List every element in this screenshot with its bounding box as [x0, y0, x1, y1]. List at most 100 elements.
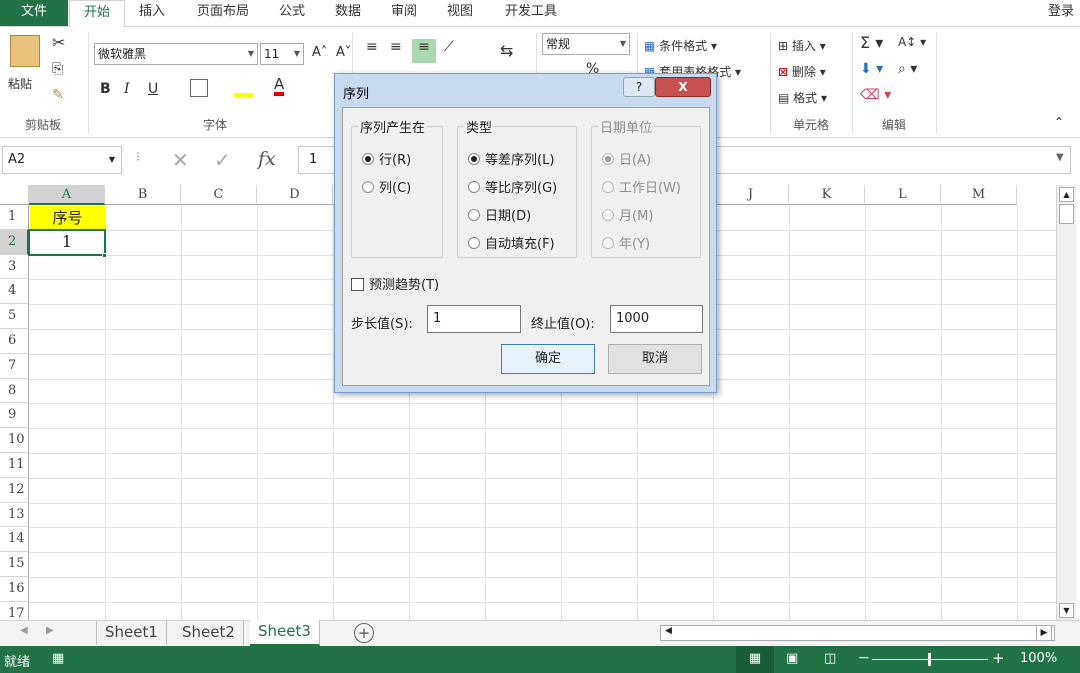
stop-input[interactable]: 1000	[610, 305, 703, 333]
tab-insert[interactable]: 插入	[130, 0, 174, 26]
insert-cells-button[interactable]: ⊞ 插入 ▾	[778, 37, 826, 54]
row-header[interactable]: 2	[0, 229, 29, 255]
cancel-icon[interactable]: ✕	[172, 148, 189, 172]
trend-checkbox[interactable]: 预测趋势(T)	[351, 274, 439, 293]
select-all-corner[interactable]	[0, 185, 29, 205]
help-button[interactable]: ?	[623, 77, 655, 97]
sheet-tab-1[interactable]: Sheet1	[96, 621, 167, 645]
cancel-button[interactable]: 取消	[608, 344, 702, 374]
row-header[interactable]: 11	[0, 453, 29, 478]
column-header[interactable]: M	[941, 185, 1017, 205]
copy-icon[interactable]: ⎘	[52, 61, 63, 77]
column-header[interactable]: C	[181, 185, 257, 205]
login-link[interactable]: 登录	[1048, 0, 1074, 24]
scroll-left-icon[interactable]: ◀	[20, 625, 28, 636]
tab-view[interactable]: 视图	[438, 0, 482, 26]
format-painter-icon[interactable]: ✎	[52, 87, 64, 103]
enter-icon[interactable]: ✓	[214, 148, 231, 172]
wrap-text-icon[interactable]: ⇆	[500, 41, 513, 60]
cut-icon[interactable]: ✂	[52, 33, 65, 52]
zoom-in-icon[interactable]: +	[992, 649, 1005, 667]
page-layout-view-icon[interactable]: ▣	[786, 651, 798, 666]
column-header[interactable]: D	[257, 185, 333, 205]
radio-linear[interactable]: 等差序列(L)	[468, 149, 554, 168]
zoom-slider-thumb[interactable]	[928, 653, 931, 666]
align-top-icon[interactable]: ≡	[366, 39, 378, 55]
row-header[interactable]: 12	[0, 477, 29, 503]
page-break-view-icon[interactable]: ◫	[824, 651, 836, 666]
font-name-select[interactable]: 微软雅黑 ▼	[94, 43, 258, 65]
scroll-right-icon[interactable]: ▶	[46, 625, 54, 636]
fill-color-icon[interactable]	[234, 79, 254, 97]
tab-data[interactable]: 数据	[326, 0, 370, 26]
borders-icon[interactable]	[190, 79, 208, 97]
fill-handle[interactable]	[102, 252, 107, 258]
underline-button[interactable]: U	[148, 81, 158, 97]
orientation-icon[interactable]: ⟋	[444, 39, 454, 55]
column-header[interactable]: J	[713, 185, 789, 205]
font-color-icon[interactable]: A	[274, 77, 285, 96]
radio-autofill[interactable]: 自动填充(F)	[468, 233, 555, 252]
radio-rows[interactable]: 行(R)	[362, 149, 411, 168]
scroll-down-icon[interactable]: ▼	[1059, 603, 1074, 618]
align-bottom-icon[interactable]: ≡	[412, 39, 436, 63]
sheet-tab-3[interactable]: Sheet3	[250, 620, 320, 646]
scroll-thumb[interactable]	[1059, 204, 1074, 224]
row-header[interactable]: 6	[0, 329, 29, 354]
scroll-right-icon[interactable]: ▶	[1036, 625, 1052, 641]
tab-page-layout[interactable]: 页面布局	[186, 0, 260, 26]
paste-button[interactable]: 粘贴	[8, 75, 32, 92]
ok-button[interactable]: 确定	[501, 344, 595, 374]
tab-file[interactable]: 文件	[0, 0, 68, 26]
column-header[interactable]: A	[29, 185, 105, 205]
grow-font-icon[interactable]: A˄	[312, 45, 327, 60]
scroll-left-icon[interactable]: ◀	[665, 626, 672, 636]
cell-a2-selected[interactable]: 1	[28, 228, 106, 256]
insert-function-button[interactable]: fx	[258, 148, 276, 170]
column-header[interactable]: B	[105, 185, 181, 205]
conditional-format-button[interactable]: ▦ 条件格式 ▾	[644, 37, 717, 54]
clear-icon[interactable]: ⌫ ▾	[860, 87, 891, 103]
row-header[interactable]: 7	[0, 353, 29, 379]
row-header[interactable]: 3	[0, 254, 29, 280]
step-input[interactable]: 1	[427, 305, 521, 333]
tab-formulas[interactable]: 公式	[270, 0, 314, 26]
collapse-ribbon-icon[interactable]: ⌃	[1054, 115, 1064, 129]
normal-view-icon[interactable]: ▦	[736, 646, 774, 673]
find-select-icon[interactable]: ⌕ ▾	[898, 61, 917, 77]
close-button[interactable]: X	[655, 77, 711, 97]
scroll-up-icon[interactable]: ▲	[1059, 187, 1074, 202]
cell-a1[interactable]: 序号	[30, 206, 105, 230]
align-middle-icon[interactable]: ≡	[390, 39, 402, 55]
radio-columns[interactable]: 列(C)	[362, 177, 411, 196]
bold-button[interactable]: B	[100, 81, 111, 97]
autosum-icon[interactable]: Σ ▾	[860, 33, 883, 52]
row-header[interactable]: 16	[0, 577, 29, 602]
tab-home[interactable]: 开始	[69, 0, 125, 27]
row-header[interactable]: 14	[0, 527, 29, 553]
fill-icon[interactable]: ⬇ ▾	[860, 61, 883, 77]
tab-developer[interactable]: 开发工具	[494, 0, 568, 26]
delete-cells-button[interactable]: ⊠ 删除 ▾	[778, 63, 826, 80]
vertical-scrollbar[interactable]: ▲ ▼	[1056, 185, 1076, 620]
macro-record-icon[interactable]: ▦	[52, 651, 64, 666]
row-header[interactable]: 1	[0, 205, 29, 230]
tab-review[interactable]: 审阅	[382, 0, 426, 26]
radio-date[interactable]: 日期(D)	[468, 205, 531, 224]
expand-formula-icon[interactable]: ▼	[1056, 152, 1064, 163]
row-header[interactable]: 13	[0, 502, 29, 528]
row-header[interactable]: 17	[0, 601, 29, 620]
number-format-select[interactable]: 常规 ▼	[542, 33, 630, 55]
radio-growth[interactable]: 等比序列(G)	[468, 177, 557, 196]
row-header[interactable]: 5	[0, 304, 29, 329]
format-cells-button[interactable]: ▤ 格式 ▾	[778, 89, 827, 106]
font-size-select[interactable]: 11 ▼	[260, 43, 304, 65]
row-header[interactable]: 9	[0, 403, 29, 429]
row-header[interactable]: 15	[0, 552, 29, 577]
row-header[interactable]: 4	[0, 279, 29, 305]
sheet-tab-2[interactable]: Sheet2	[174, 621, 244, 645]
add-sheet-icon[interactable]: +	[354, 623, 374, 643]
name-box[interactable]: A2 ▼	[2, 146, 122, 174]
zoom-out-icon[interactable]: −	[858, 650, 870, 666]
paste-icon[interactable]	[10, 35, 40, 67]
